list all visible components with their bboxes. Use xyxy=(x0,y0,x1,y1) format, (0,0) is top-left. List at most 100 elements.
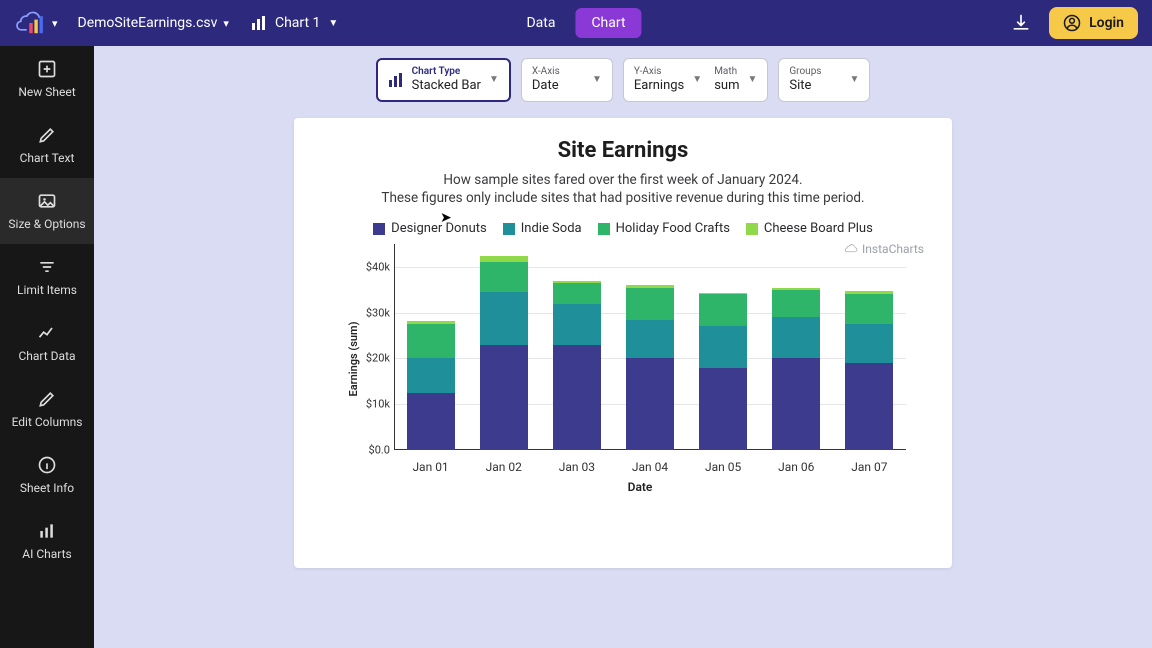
bar-segment xyxy=(626,358,674,450)
sidebar-label: Edit Columns xyxy=(12,415,83,429)
app-logo[interactable]: ▾ xyxy=(14,9,58,37)
bar-chart-icon xyxy=(251,15,267,31)
bar-column[interactable] xyxy=(699,293,747,450)
y-tick-label: $10k xyxy=(346,398,390,411)
sidebar-item-size-options[interactable]: Size & Options xyxy=(0,178,94,244)
legend-swatch xyxy=(373,223,385,235)
config-label: X-Axis xyxy=(532,66,560,78)
login-label: Login xyxy=(1089,15,1124,31)
chart-selector[interactable]: Chart 1 ▼ xyxy=(251,15,338,31)
bar-chart-icon xyxy=(37,521,57,541)
bar-segment xyxy=(553,283,601,304)
bar-column[interactable] xyxy=(626,285,674,450)
bar-segment xyxy=(772,290,820,317)
legend-swatch xyxy=(503,223,515,235)
line-chart-icon xyxy=(37,323,57,343)
chart-title: Site Earnings xyxy=(312,138,934,163)
chart-plot: Earnings (sum) $0.0$10k$20k$30k$40k Jan … xyxy=(346,244,906,474)
bar-column[interactable] xyxy=(772,288,820,450)
image-icon xyxy=(37,191,57,211)
bar-chart-icon xyxy=(388,72,404,88)
bar-segment xyxy=(480,292,528,345)
tab-chart[interactable]: Chart xyxy=(575,8,641,38)
x-tick-label: Jan 05 xyxy=(699,460,747,474)
sidebar-item-edit-columns[interactable]: Edit Columns xyxy=(0,376,94,442)
legend-label: Indie Soda xyxy=(521,221,582,236)
bar-column[interactable] xyxy=(845,291,893,450)
bar-column[interactable] xyxy=(553,281,601,450)
sidebar-item-ai-charts[interactable]: AI Charts xyxy=(0,508,94,574)
legend-swatch xyxy=(746,223,758,235)
y-tick-label: $20k xyxy=(346,352,390,365)
legend-label: Holiday Food Crafts xyxy=(616,221,730,236)
login-button[interactable]: Login xyxy=(1049,7,1138,39)
x-tick-label: Jan 06 xyxy=(772,460,820,474)
file-name: DemoSiteEarnings.csv xyxy=(78,15,218,31)
sidebar-label: Sheet Info xyxy=(20,481,74,495)
cloud-chart-icon xyxy=(14,9,48,37)
left-sidebar: New Sheet Chart Text Size & Options Limi… xyxy=(0,46,94,648)
config-y-axis[interactable]: Y-Axis Earnings ▼ Math sum ▼ xyxy=(623,58,769,102)
chart-config-row: Chart Type Stacked Bar ▼ X-Axis Date ▼ Y… xyxy=(94,46,1152,102)
bar-segment xyxy=(626,288,674,320)
config-chart-type[interactable]: Chart Type Stacked Bar ▼ xyxy=(376,58,511,102)
info-icon xyxy=(37,455,57,475)
work-area: Chart Type Stacked Bar ▼ X-Axis Date ▼ Y… xyxy=(94,46,1152,648)
chevron-down-icon: ▾ xyxy=(223,17,229,30)
file-selector[interactable]: DemoSiteEarnings.csv ▾ xyxy=(78,15,229,31)
config-label: Math xyxy=(714,66,739,78)
sidebar-label: Limit Items xyxy=(17,283,77,297)
chevron-down-icon: ▾ xyxy=(52,17,58,30)
bar-column[interactable] xyxy=(407,321,455,450)
config-value: sum xyxy=(714,78,739,94)
legend-item[interactable]: Cheese Board Plus xyxy=(746,221,873,236)
sidebar-item-sheet-info[interactable]: Sheet Info xyxy=(0,442,94,508)
config-value: Stacked Bar xyxy=(412,78,481,94)
sidebar-label: New Sheet xyxy=(18,85,75,99)
bar-segment xyxy=(407,358,455,392)
sidebar-item-limit-items[interactable]: Limit Items xyxy=(0,244,94,310)
bar-segment xyxy=(772,317,820,358)
y-tick-label: $0.0 xyxy=(346,444,390,457)
view-tabs: Data Chart xyxy=(510,8,641,38)
download-icon[interactable] xyxy=(1011,13,1031,33)
tab-data[interactable]: Data xyxy=(510,8,571,38)
bar-segment xyxy=(626,320,674,359)
sidebar-label: AI Charts xyxy=(22,547,72,561)
legend-item[interactable]: Designer Donuts xyxy=(373,221,487,236)
bar-segment xyxy=(845,363,893,450)
bar-segment xyxy=(553,345,601,450)
config-x-axis[interactable]: X-Axis Date ▼ xyxy=(521,58,613,102)
topbar-right: Login xyxy=(1011,7,1138,39)
sidebar-item-chart-text[interactable]: Chart Text xyxy=(0,112,94,178)
bar-segment xyxy=(772,358,820,450)
bar-segment xyxy=(699,368,747,450)
config-value: Site xyxy=(789,78,821,94)
legend-item[interactable]: Holiday Food Crafts xyxy=(598,221,730,236)
config-label: Y-Axis xyxy=(634,66,684,78)
bar-column[interactable] xyxy=(480,256,528,450)
x-tick-label: Jan 03 xyxy=(553,460,601,474)
legend-item[interactable]: Indie Soda xyxy=(503,221,582,236)
chart-legend: Designer Donuts Indie Soda Holiday Food Cr… xyxy=(312,221,934,236)
caret-down-icon: ▼ xyxy=(747,74,757,85)
config-groups[interactable]: Groups Site ▼ xyxy=(778,58,870,102)
bar-segment xyxy=(699,294,747,326)
user-circle-icon xyxy=(1063,14,1081,32)
bar-segment xyxy=(407,324,455,358)
legend-swatch xyxy=(598,223,610,235)
bar-segment xyxy=(699,326,747,367)
sidebar-item-chart-data[interactable]: Chart Data xyxy=(0,310,94,376)
x-tick-label: Jan 07 xyxy=(845,460,893,474)
config-value: Date xyxy=(532,78,560,94)
x-tick-label: Jan 02 xyxy=(480,460,528,474)
caret-down-icon: ▼ xyxy=(849,74,859,85)
sidebar-item-new-sheet[interactable]: New Sheet xyxy=(0,46,94,112)
bar-segment xyxy=(480,262,528,292)
pencil-icon xyxy=(37,389,57,409)
sidebar-label: Size & Options xyxy=(8,217,85,231)
legend-label: Designer Donuts xyxy=(391,221,487,236)
bar-segment xyxy=(480,345,528,450)
y-tick-label: $30k xyxy=(346,306,390,319)
pencil-icon xyxy=(37,125,57,145)
